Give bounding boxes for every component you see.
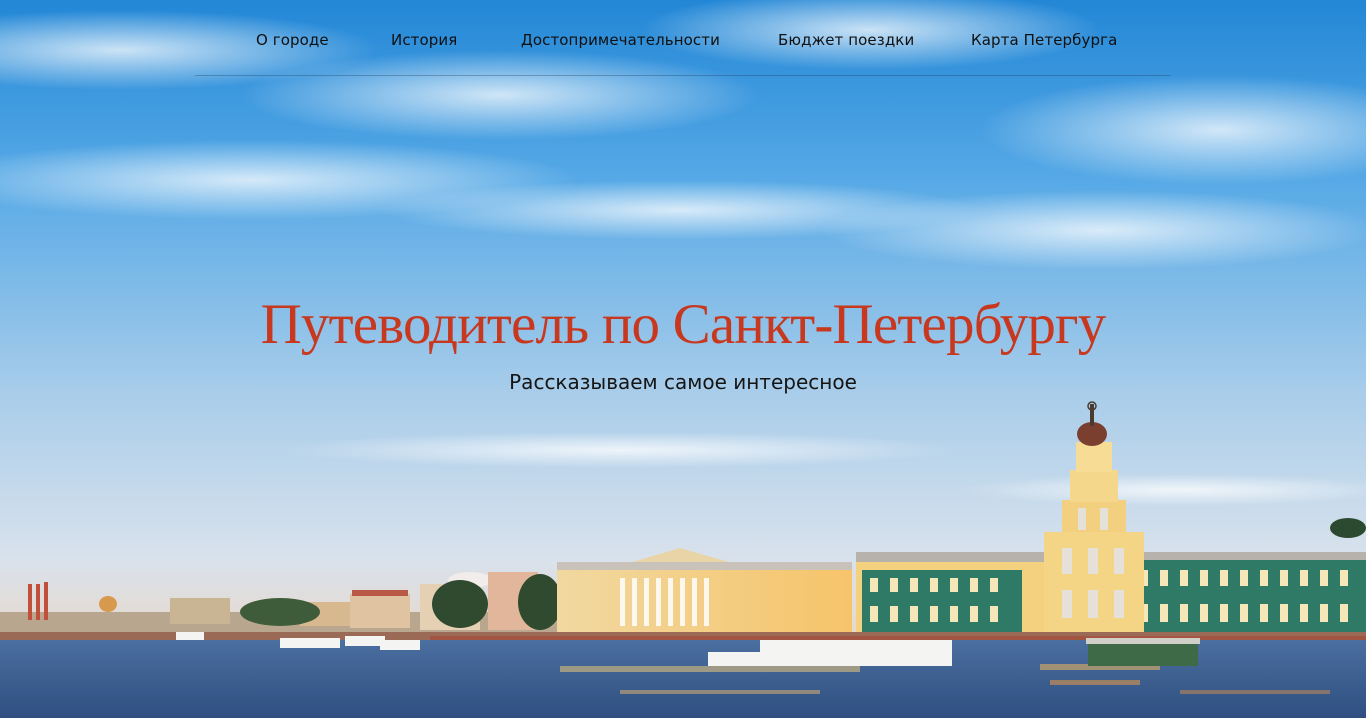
nav-link-sights[interactable]: Достопримечательности xyxy=(521,31,720,49)
hero-title: Путеводитель по Санкт-Петербургу xyxy=(260,293,1107,356)
nav-link-trip-budget[interactable]: Бюджет поездки xyxy=(778,31,914,49)
city-panorama-background xyxy=(0,0,1366,718)
top-navigation: О городе История Достопримечательности Б… xyxy=(195,0,1170,76)
hero-subtitle: Рассказываем самое интересное xyxy=(509,370,857,394)
hero-section: О городе История Достопримечательности Б… xyxy=(0,0,1366,718)
nav-link-history[interactable]: История xyxy=(391,31,457,49)
nav-link-city-map[interactable]: Карта Петербурга xyxy=(971,31,1117,49)
nav-link-about-city[interactable]: О городе xyxy=(256,31,329,49)
